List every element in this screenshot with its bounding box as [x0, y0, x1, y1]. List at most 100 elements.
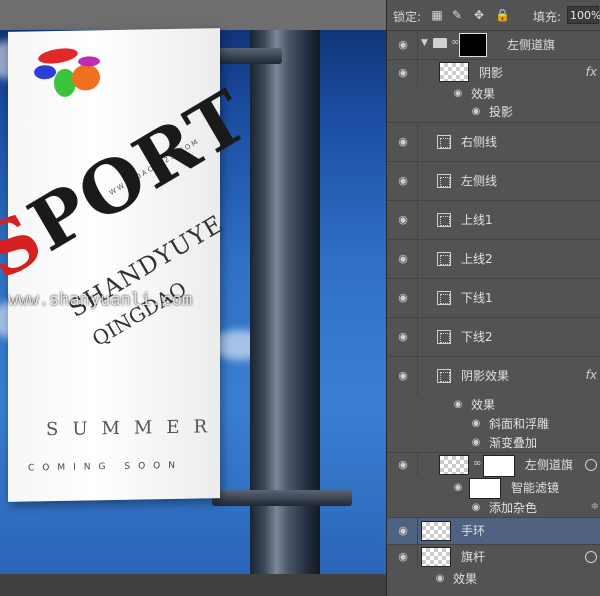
visibility-eye-icon[interactable]: ◉	[395, 38, 411, 51]
layer-name: 右侧线	[461, 135, 498, 149]
effect-name: 添加杂色	[489, 501, 538, 515]
visibility-eye-icon[interactable]: ◉	[395, 67, 411, 79]
layer-name: 阴影效果	[461, 369, 510, 383]
effect-name: 斜面和浮雕	[489, 416, 550, 431]
visibility-eye-icon[interactable]: ◉	[395, 459, 411, 471]
lock-image-pixels-icon[interactable]: ✎	[451, 9, 463, 21]
layer-row[interactable]: ◉ 旗杆	[387, 545, 600, 569]
layer-row-group[interactable]: ◉ ▼ ∞ 左侧道旗	[387, 30, 600, 60]
layer-thumbnail	[421, 521, 451, 541]
logo-red-petal	[37, 45, 79, 67]
layer-row[interactable]: ◉ 上线1	[387, 201, 600, 240]
canvas-top-strip	[0, 0, 386, 30]
visibility-eye-icon[interactable]: ◉	[469, 437, 483, 449]
mask-thumbnail[interactable]	[459, 33, 487, 57]
shape-layer-icon	[437, 135, 451, 149]
effect-row[interactable]: ◉ 投影	[387, 102, 600, 123]
smart-filter-icon[interactable]	[585, 459, 597, 471]
layer-name: 左侧线	[461, 174, 498, 188]
visibility-eye-icon[interactable]: ◉	[395, 214, 411, 226]
fx-icon[interactable]: fx	[586, 368, 597, 382]
logo-orange-petal	[72, 64, 100, 91]
document-canvas[interactable]: WWW.DAOQI23.COM SPORT SHANDYUYE QINGDAO …	[0, 0, 386, 574]
link-icon: ∞	[473, 458, 482, 469]
effects-row[interactable]: ◉ 效果	[387, 395, 600, 414]
layer-row[interactable]: ◉ 下线1	[387, 279, 600, 318]
visibility-eye-icon[interactable]: ◉	[395, 175, 411, 187]
effects-row[interactable]: ◉ 效果	[387, 84, 600, 103]
pole-bracket-bottom	[212, 490, 352, 506]
layer-style-icon[interactable]	[585, 551, 597, 563]
effects-label: 效果	[471, 397, 496, 412]
shape-layer-icon	[437, 213, 451, 227]
visibility-eye-icon[interactable]: ◉	[395, 331, 411, 343]
layer-row[interactable]: ◉ 阴影 fx	[387, 60, 600, 86]
street-banner: WWW.DAOQI23.COM SPORT SHANDYUYE QINGDAO …	[0, 28, 263, 502]
effect-row[interactable]: ◉ 添加杂色 ≑	[387, 499, 600, 518]
logo-magenta-petal	[78, 56, 100, 67]
layer-row[interactable]: ◉ 上线2	[387, 240, 600, 279]
visibility-eye-icon[interactable]: ◉	[451, 88, 465, 100]
shape-layer-icon	[437, 369, 451, 383]
fill-label: 填充:	[533, 10, 562, 24]
watermark: www.shanyuanli.com	[8, 290, 193, 310]
smart-filter-label: 智能滤镜	[511, 481, 560, 495]
filter-options-icon[interactable]: ≑	[591, 501, 599, 512]
pole-bracket-top	[212, 48, 282, 64]
layer-row[interactable]: ◉ 下线2	[387, 318, 600, 357]
layer-row-smart-object[interactable]: ◉ ∞ 左侧道旗	[387, 453, 600, 477]
layer-name: 下线1	[461, 291, 493, 305]
layer-row[interactable]: ◉ 左侧线	[387, 162, 600, 201]
chevron-down-icon[interactable]: ▼	[421, 38, 428, 48]
lock-all-icon[interactable]: 🔒	[495, 9, 510, 21]
layers-toolbar: 锁定: ▦ ✎ ✥ 🔒 填充: 100%	[387, 0, 600, 31]
visibility-eye-icon[interactable]: ◉	[395, 136, 411, 148]
effects-label: 效果	[471, 86, 496, 101]
lock-position-icon[interactable]: ✥	[473, 9, 485, 21]
layers-panel: 锁定: ▦ ✎ ✥ 🔒 填充: 100% ◉ ▼ ∞ 左侧道旗 ◉ 阴影 fx …	[386, 0, 600, 596]
smart-object-thumbnail	[439, 455, 469, 475]
layer-name: 上线2	[461, 252, 493, 266]
banner-coming-soon: COMING SOON	[28, 460, 183, 474]
banner-summer: SUMMER	[46, 416, 222, 441]
visibility-eye-icon[interactable]: ◉	[395, 551, 411, 563]
effects-label: 效果	[453, 571, 478, 586]
layer-thumbnail	[421, 547, 451, 567]
visibility-eye-icon[interactable]: ◉	[433, 573, 447, 585]
layer-row[interactable]: ◉ 阴影效果 fx	[387, 357, 600, 395]
effect-row[interactable]: ◉ 斜面和浮雕	[387, 414, 600, 433]
effect-name: 投影	[489, 105, 514, 119]
layer-name: 上线1	[461, 213, 493, 227]
layer-row[interactable]: ◉ 右侧线	[387, 123, 600, 162]
folder-icon	[433, 38, 447, 48]
smart-filter-mask-thumbnail[interactable]	[469, 478, 501, 499]
visibility-eye-icon[interactable]: ◉	[451, 482, 465, 494]
visibility-eye-icon[interactable]: ◉	[469, 418, 483, 430]
layer-thumbnail	[439, 62, 469, 82]
lock-transparent-pixels-icon[interactable]: ▦	[431, 9, 443, 21]
layer-name: 左侧道旗	[507, 37, 556, 52]
fill-input[interactable]: 100%	[567, 6, 600, 24]
layer-name: 旗杆	[461, 550, 486, 564]
visibility-eye-icon[interactable]: ◉	[451, 399, 465, 411]
shape-layer-icon	[437, 174, 451, 188]
effects-row[interactable]: ◉ 效果	[387, 569, 600, 588]
layer-row-selected[interactable]: ◉ 手环	[387, 518, 600, 545]
visibility-eye-icon[interactable]: ◉	[395, 370, 411, 382]
layer-name: 手环	[461, 524, 486, 538]
visibility-eye-icon[interactable]: ◉	[469, 502, 483, 514]
fx-icon[interactable]: fx	[586, 65, 597, 79]
visibility-eye-icon[interactable]: ◉	[469, 106, 483, 118]
layer-name: 左侧道旗	[525, 458, 574, 472]
filter-mask-thumbnail[interactable]	[483, 455, 515, 477]
layer-name: 下线2	[461, 330, 493, 344]
canvas-status-strip	[0, 574, 386, 596]
effect-name: 渐变叠加	[489, 435, 538, 450]
logo-blue-petal	[34, 65, 56, 80]
visibility-eye-icon[interactable]: ◉	[395, 292, 411, 304]
smart-filter-row[interactable]: ◉ 智能滤镜	[387, 477, 600, 499]
shape-layer-icon	[437, 252, 451, 266]
visibility-eye-icon[interactable]: ◉	[395, 253, 411, 265]
visibility-eye-icon[interactable]: ◉	[395, 525, 411, 537]
effect-row[interactable]: ◉ 渐变叠加	[387, 433, 600, 453]
